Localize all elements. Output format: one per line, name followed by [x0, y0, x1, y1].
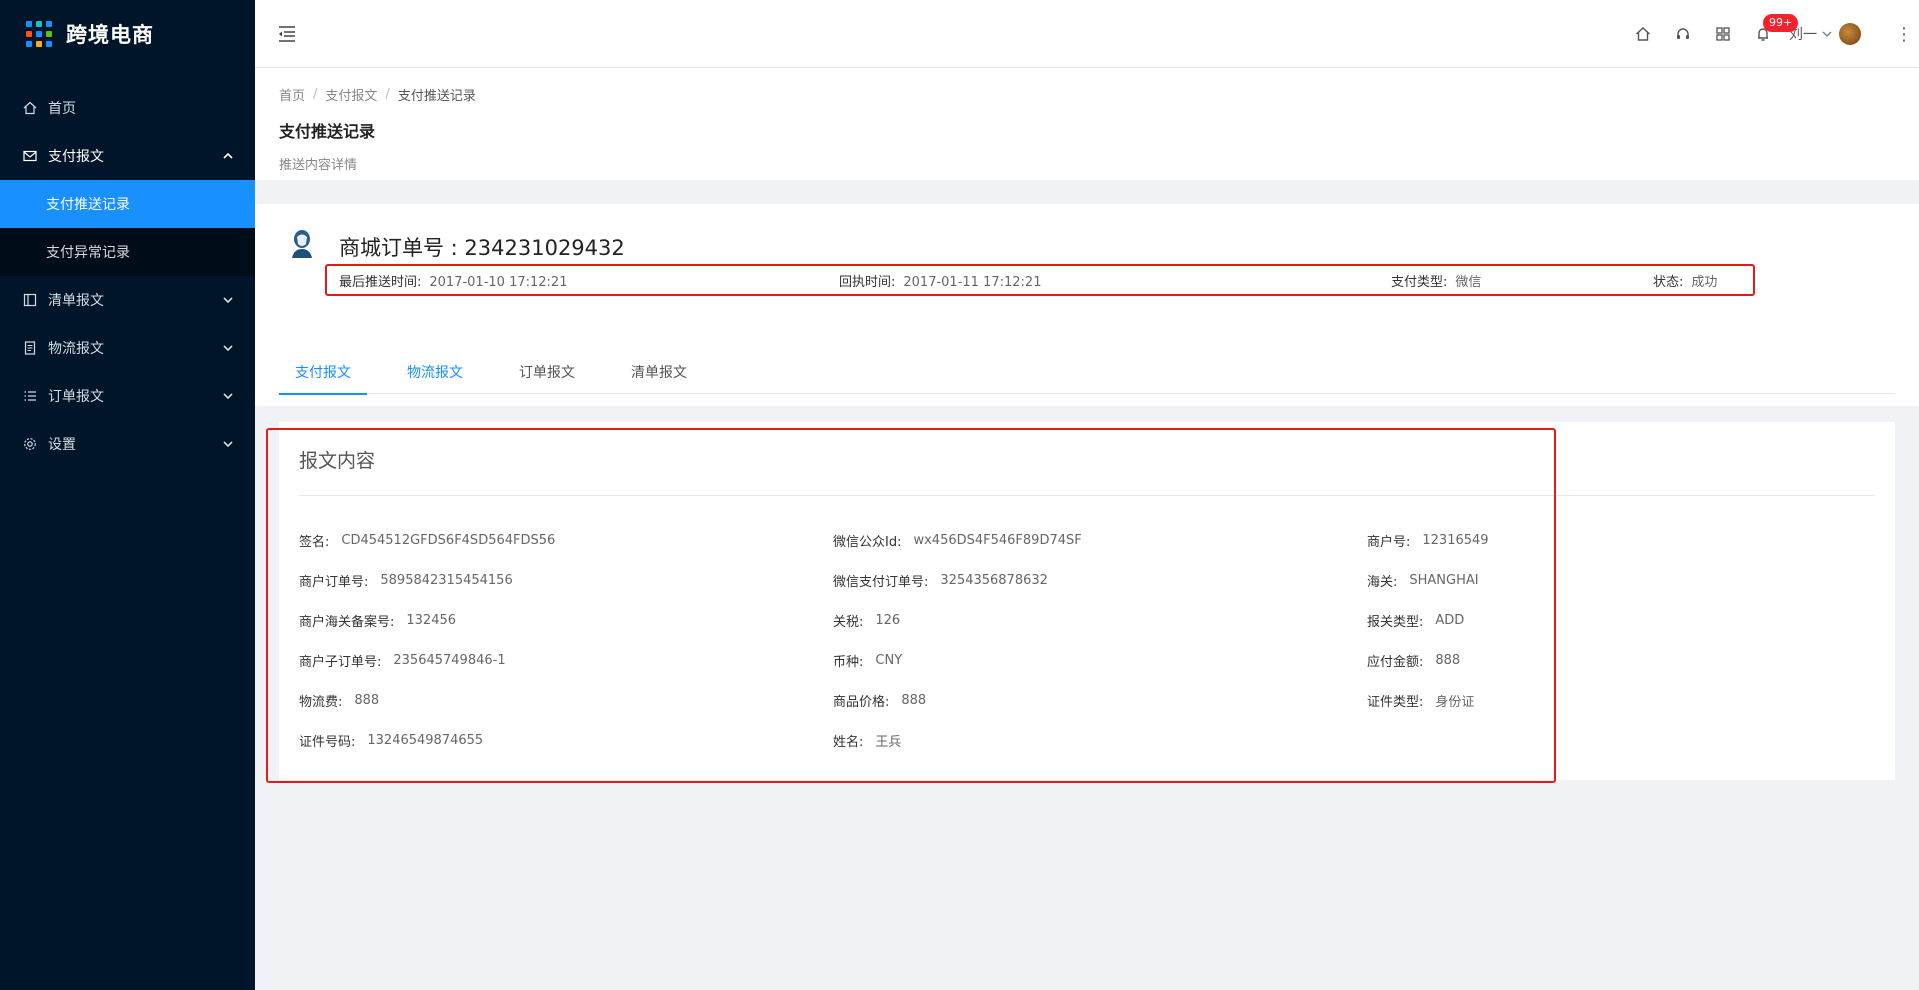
sidebar-menu: 首页 支付报文 支付推送记录 支付异常记录 清单报文 物流报文 订单报文 设置 — [0, 84, 255, 468]
page-title: 支付推送记录 — [279, 122, 376, 141]
apps-icon[interactable] — [1703, 0, 1743, 68]
sidebar-item-label: 设置 — [48, 437, 76, 453]
chevron-down-icon — [1822, 31, 1832, 37]
sidebar-item-payment[interactable]: 支付报文 — [0, 132, 255, 180]
breadcrumb-current: 支付推送记录 — [397, 89, 476, 104]
sidebar-item-settings[interactable]: 设置 — [0, 420, 255, 468]
header-actions: 99+ 刘一 ⋮ — [1623, 0, 1919, 68]
field-currency: 币种: CNY — [833, 652, 903, 670]
chevron-down-icon — [223, 297, 233, 304]
sidebar-item-label: 支付推送记录 — [46, 197, 130, 213]
receipt-time: 回执时间: 2017-01-11 17:12:21 — [839, 274, 1042, 290]
more-vertical-icon[interactable]: ⋮ — [1889, 24, 1919, 45]
field-customs: 海关: SHANGHAI — [1367, 572, 1479, 590]
app-logo[interactable]: 跨境电商 — [0, 0, 255, 68]
field-amount-payable: 应付金额: 888 — [1367, 652, 1461, 670]
sidebar-item-label: 物流报文 — [48, 341, 104, 357]
payment-submenu: 支付推送记录 支付异常记录 — [0, 180, 255, 276]
tab-logistics-message[interactable]: 物流报文 — [391, 352, 479, 394]
divider — [299, 495, 1875, 496]
chevron-down-icon — [223, 441, 233, 448]
field-wechat-pay-order-no: 微信支付订单号: 3254356878632 — [833, 572, 1048, 590]
bullet-list-icon — [22, 388, 38, 404]
gear-icon — [22, 436, 38, 452]
message-tabs: 支付报文 物流报文 订单报文 清单报文 — [279, 352, 1895, 395]
order-number-title: 商城订单号 : 234231029432 — [339, 236, 625, 260]
home-icon — [22, 100, 38, 116]
breadcrumb: 首页 / 支付报文 / 支付推送记录 — [279, 85, 1919, 104]
field-id-number: 证件号码: 13246549874655 — [299, 732, 484, 750]
last-push-time: 最后推送时间: 2017-01-10 17:12:21 — [339, 274, 568, 290]
field-logistics-fee: 物流费: 888 — [299, 692, 380, 710]
sidebar-item-payment-push[interactable]: 支付推送记录 — [0, 180, 255, 228]
chevron-down-icon — [223, 393, 233, 400]
field-customs-record-no: 商户海关备案号: 132456 — [299, 612, 457, 630]
field-goods-price: 商品价格: 888 — [833, 692, 927, 710]
sidebar: 跨境电商 首页 支付报文 支付推送记录 支付异常记录 清单报文 物流报文 订单报… — [0, 0, 255, 990]
doc-icon — [22, 340, 38, 356]
notification-button[interactable]: 99+ — [1743, 0, 1799, 68]
field-id-type: 证件类型: 身份证 — [1367, 694, 1475, 710]
sidebar-item-order[interactable]: 订单报文 — [0, 372, 255, 420]
tab-order-message[interactable]: 订单报文 — [503, 352, 591, 394]
message-content-card: 报文内容 签名: CD454512GFDS6F4SD564FDS56 微信公众Id… — [279, 422, 1895, 780]
sidebar-item-label: 订单报文 — [48, 389, 104, 405]
page-subtitle: 推送内容详情 — [279, 158, 358, 173]
sidebar-item-logistics[interactable]: 物流报文 — [0, 324, 255, 372]
order-summary: 商城订单号 : 234231029432 最后推送时间: 2017-01-10 1… — [255, 204, 1919, 406]
menu-fold-icon[interactable] — [277, 25, 297, 43]
sidebar-item-payment-exception[interactable]: 支付异常记录 — [0, 228, 255, 276]
field-wechat-appid: 微信公众Id: wx456DS4F546F89D74SF — [833, 532, 1082, 550]
page-header: 首页 / 支付报文 / 支付推送记录 支付推送记录 推送内容详情 — [255, 68, 1919, 180]
grid-logo-icon — [26, 21, 52, 47]
breadcrumb-separator: / — [385, 87, 390, 102]
headset-icon[interactable] — [1663, 0, 1703, 68]
field-merchant-id: 商户号: 12316549 — [1367, 532, 1489, 550]
message-fields: 签名: CD454512GFDS6F4SD564FDS56 微信公众Id: wx45… — [299, 530, 1499, 750]
breadcrumb-home[interactable]: 首页 — [279, 85, 305, 104]
chevron-down-icon — [223, 345, 233, 352]
chevron-up-icon — [223, 152, 233, 159]
card-title: 报文内容 — [299, 450, 376, 472]
sidebar-item-manifest[interactable]: 清单报文 — [0, 276, 255, 324]
field-sub-order-no: 商户子订单号: 235645749846-1 — [299, 652, 506, 670]
avatar[interactable] — [1839, 23, 1861, 45]
tab-payment-message[interactable]: 支付报文 — [279, 352, 367, 395]
field-signature: 签名: CD454512GFDS6F4SD564FDS56 — [299, 532, 556, 550]
field-tariff: 关税: 126 — [833, 612, 901, 630]
breadcrumb-separator: / — [313, 87, 318, 102]
notification-badge: 99+ — [1763, 14, 1799, 32]
order-info-row: 最后推送时间: 2017-01-10 17:12:21 回执时间: 2017-01-… — [325, 264, 1755, 296]
field-name: 姓名: 王兵 — [833, 734, 902, 750]
sidebar-item-label: 首页 — [48, 101, 76, 117]
sidebar-item-label: 支付异常记录 — [46, 245, 130, 261]
field-declaration-type: 报关类型: ADD — [1367, 612, 1465, 630]
top-header: 99+ 刘一 ⋮ — [255, 0, 1919, 68]
app-name: 跨境电商 — [66, 23, 154, 47]
sidebar-item-label: 清单报文 — [48, 293, 104, 309]
list-box-icon — [22, 292, 38, 308]
field-merchant-order-no: 商户订单号: 5895842315454156 — [299, 572, 513, 590]
sidebar-item-label: 支付报文 — [48, 149, 104, 165]
breadcrumb-payment[interactable]: 支付报文 — [325, 85, 377, 104]
sidebar-item-home[interactable]: 首页 — [0, 84, 255, 132]
tab-manifest-message[interactable]: 清单报文 — [615, 352, 703, 394]
status: 状态: 成功 — [1653, 274, 1718, 290]
user-portrait-icon — [292, 230, 312, 258]
mail-icon — [22, 148, 38, 164]
home-icon[interactable] — [1623, 0, 1663, 68]
payment-type: 支付类型: 微信 — [1391, 274, 1482, 290]
